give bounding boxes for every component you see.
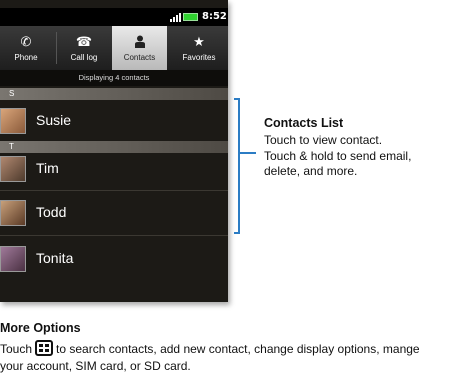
callout-title: Contacts List bbox=[264, 116, 344, 130]
avatar[interactable] bbox=[0, 246, 26, 272]
contact-row-susie[interactable]: Susie bbox=[0, 100, 228, 142]
contact-name: Todd bbox=[36, 204, 67, 220]
contacts-icon bbox=[112, 35, 167, 50]
tab-label: Phone bbox=[14, 53, 38, 62]
phone-icon: ✆ bbox=[20, 34, 32, 49]
battery-icon bbox=[183, 13, 198, 21]
contact-row-tim[interactable]: Tim bbox=[0, 148, 228, 190]
more-options-title: More Options bbox=[0, 321, 81, 335]
section-letter: S bbox=[9, 89, 15, 98]
avatar[interactable] bbox=[0, 156, 26, 182]
avatar[interactable] bbox=[0, 200, 26, 226]
callout-text: Touch to view contact. Touch & hold to s… bbox=[264, 133, 412, 178]
tab-label: Contacts bbox=[123, 53, 156, 62]
tab-call-log[interactable]: ☎ Call log bbox=[58, 26, 110, 70]
more-options-text-before: Touch bbox=[0, 342, 33, 356]
callout-bracket bbox=[238, 98, 240, 234]
contact-row-todd[interactable]: Todd bbox=[0, 192, 228, 234]
signal-icon bbox=[170, 13, 182, 22]
contact-name: Tonita bbox=[36, 250, 74, 266]
contact-name: Tim bbox=[36, 160, 59, 176]
more-options-text: Touch to search contacts, add new contact… bbox=[0, 340, 440, 375]
callout-bracket-top bbox=[234, 98, 240, 100]
star-icon: ★ bbox=[193, 34, 205, 49]
tab-label: Favorites bbox=[182, 53, 216, 62]
tab-contacts[interactable]: Contacts bbox=[112, 26, 167, 70]
contact-count: Displaying 4 contacts bbox=[0, 70, 228, 86]
callout-bracket-bottom bbox=[234, 232, 240, 234]
tab-phone[interactable]: ✆ Phone bbox=[0, 26, 52, 70]
tab-bar: ✆ Phone ☎ Call log Contacts ★ Favorites bbox=[0, 26, 228, 70]
avatar[interactable] bbox=[0, 108, 26, 134]
more-options-text-after: to search contacts, add new contact, cha… bbox=[0, 342, 420, 373]
menu-key-icon bbox=[35, 340, 54, 356]
contact-row-tonita[interactable]: Tonita bbox=[0, 238, 228, 280]
tab-favorites[interactable]: ★ Favorites bbox=[170, 26, 228, 70]
status-time: 8:52 bbox=[202, 11, 227, 22]
phone-screen: 8:52 ✆ Phone ☎ Call log Contacts ★ Favor… bbox=[0, 0, 228, 302]
callout-connector bbox=[240, 152, 256, 154]
tab-label: Call log bbox=[70, 53, 98, 62]
section-header-s: S bbox=[0, 88, 228, 100]
call-log-icon: ☎ bbox=[75, 34, 93, 49]
contact-name: Susie bbox=[36, 112, 72, 128]
status-bar: 8:52 bbox=[0, 8, 228, 26]
